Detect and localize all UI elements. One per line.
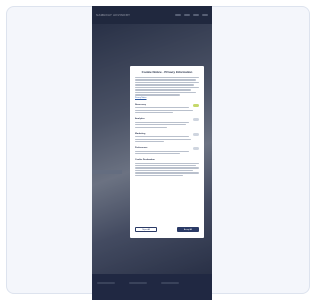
cookie-section-preferences: Preferences: [135, 147, 199, 155]
cookie-section-marketing: Marketing: [135, 132, 199, 143]
section-title: Analytics: [135, 118, 145, 121]
reject-all-button[interactable]: Reject All: [135, 227, 157, 232]
analytics-toggle[interactable]: [193, 118, 199, 122]
cookie-declaration: Cookie Declaration: [135, 159, 199, 177]
cookie-consent-modal: Cookie Notice - Privacy Information Priv…: [130, 66, 204, 238]
intro-text: [135, 77, 199, 96]
cookie-section-necessary: Necessary: [135, 103, 199, 114]
necessary-toggle[interactable]: [193, 103, 199, 107]
cookie-section-analytics: Analytics: [135, 118, 199, 128]
section-title: Marketing: [135, 132, 146, 135]
modal-actions: Reject All Accept All: [135, 227, 199, 232]
marketing-toggle[interactable]: [193, 132, 199, 136]
section-title: Preferences: [135, 147, 148, 150]
modal-title: Cookie Notice - Privacy Information: [141, 70, 193, 74]
privacy-notice-link[interactable]: Privacy Notice: [135, 97, 199, 99]
accept-all-button[interactable]: Accept All: [177, 227, 199, 232]
section-title: Cookie Declaration: [135, 159, 155, 162]
section-title: Necessary: [135, 103, 146, 106]
preferences-toggle[interactable]: [193, 147, 199, 151]
